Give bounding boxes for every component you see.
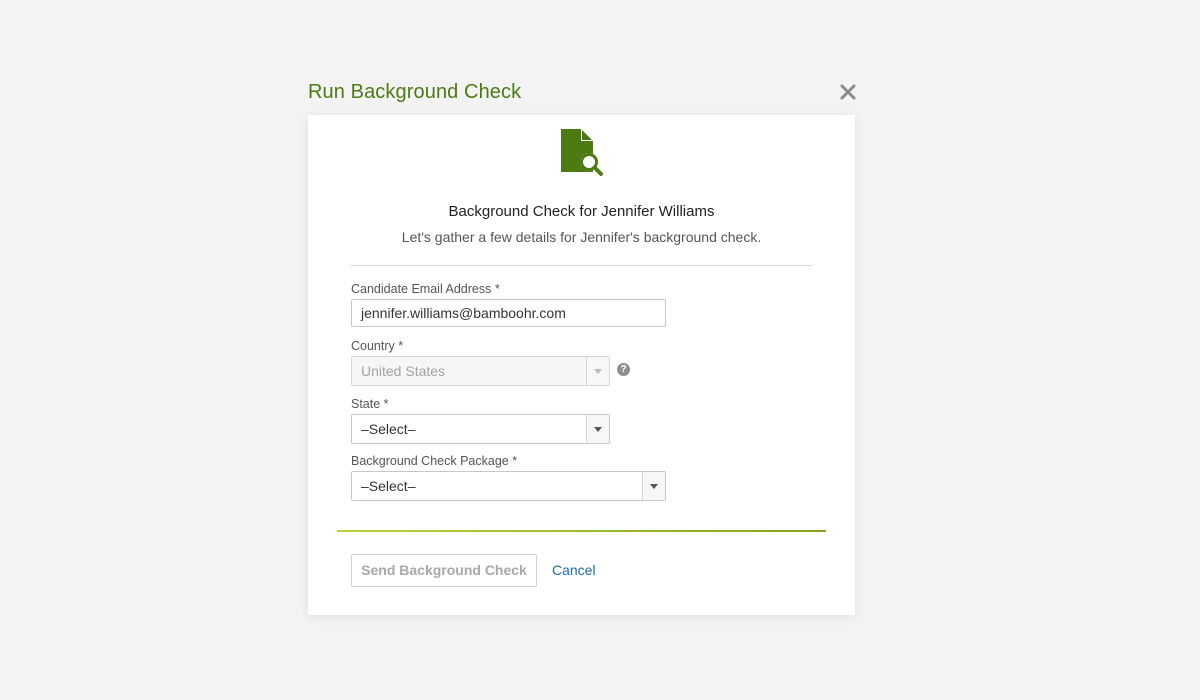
package-select[interactable]: –Select–: [351, 471, 666, 501]
close-icon[interactable]: [838, 82, 858, 102]
footer-divider: [337, 530, 826, 532]
country-select-value: United States: [361, 363, 446, 379]
chevron-down-icon: [586, 357, 609, 385]
state-label: State *: [351, 397, 389, 411]
dialog-subheading: Let's gather a few details for Jennifer'…: [401, 229, 762, 245]
send-background-check-button[interactable]: Send Background Check: [351, 554, 537, 587]
divider: [351, 265, 812, 266]
cancel-link[interactable]: Cancel: [552, 562, 596, 578]
email-label: Candidate Email Address *: [351, 282, 500, 296]
document-search-icon: [559, 128, 605, 180]
country-label: Country *: [351, 339, 404, 353]
dialog-heading: Background Check for Jennifer Williams: [448, 203, 715, 220]
background-check-dialog: Background Check for Jennifer Williams L…: [308, 115, 855, 615]
email-field[interactable]: jennifer.williams@bamboohr.com: [351, 299, 666, 327]
question-icon[interactable]: ?: [617, 363, 630, 376]
chevron-down-icon: [642, 472, 665, 500]
package-select-value: –Select–: [361, 478, 416, 494]
state-select-value: –Select–: [361, 421, 416, 437]
chevron-down-icon: [586, 415, 609, 443]
package-label: Background Check Package *: [351, 454, 518, 468]
country-select[interactable]: United States: [351, 356, 610, 386]
state-select[interactable]: –Select–: [351, 414, 610, 444]
dialog-title: Run Background Check: [308, 81, 522, 103]
